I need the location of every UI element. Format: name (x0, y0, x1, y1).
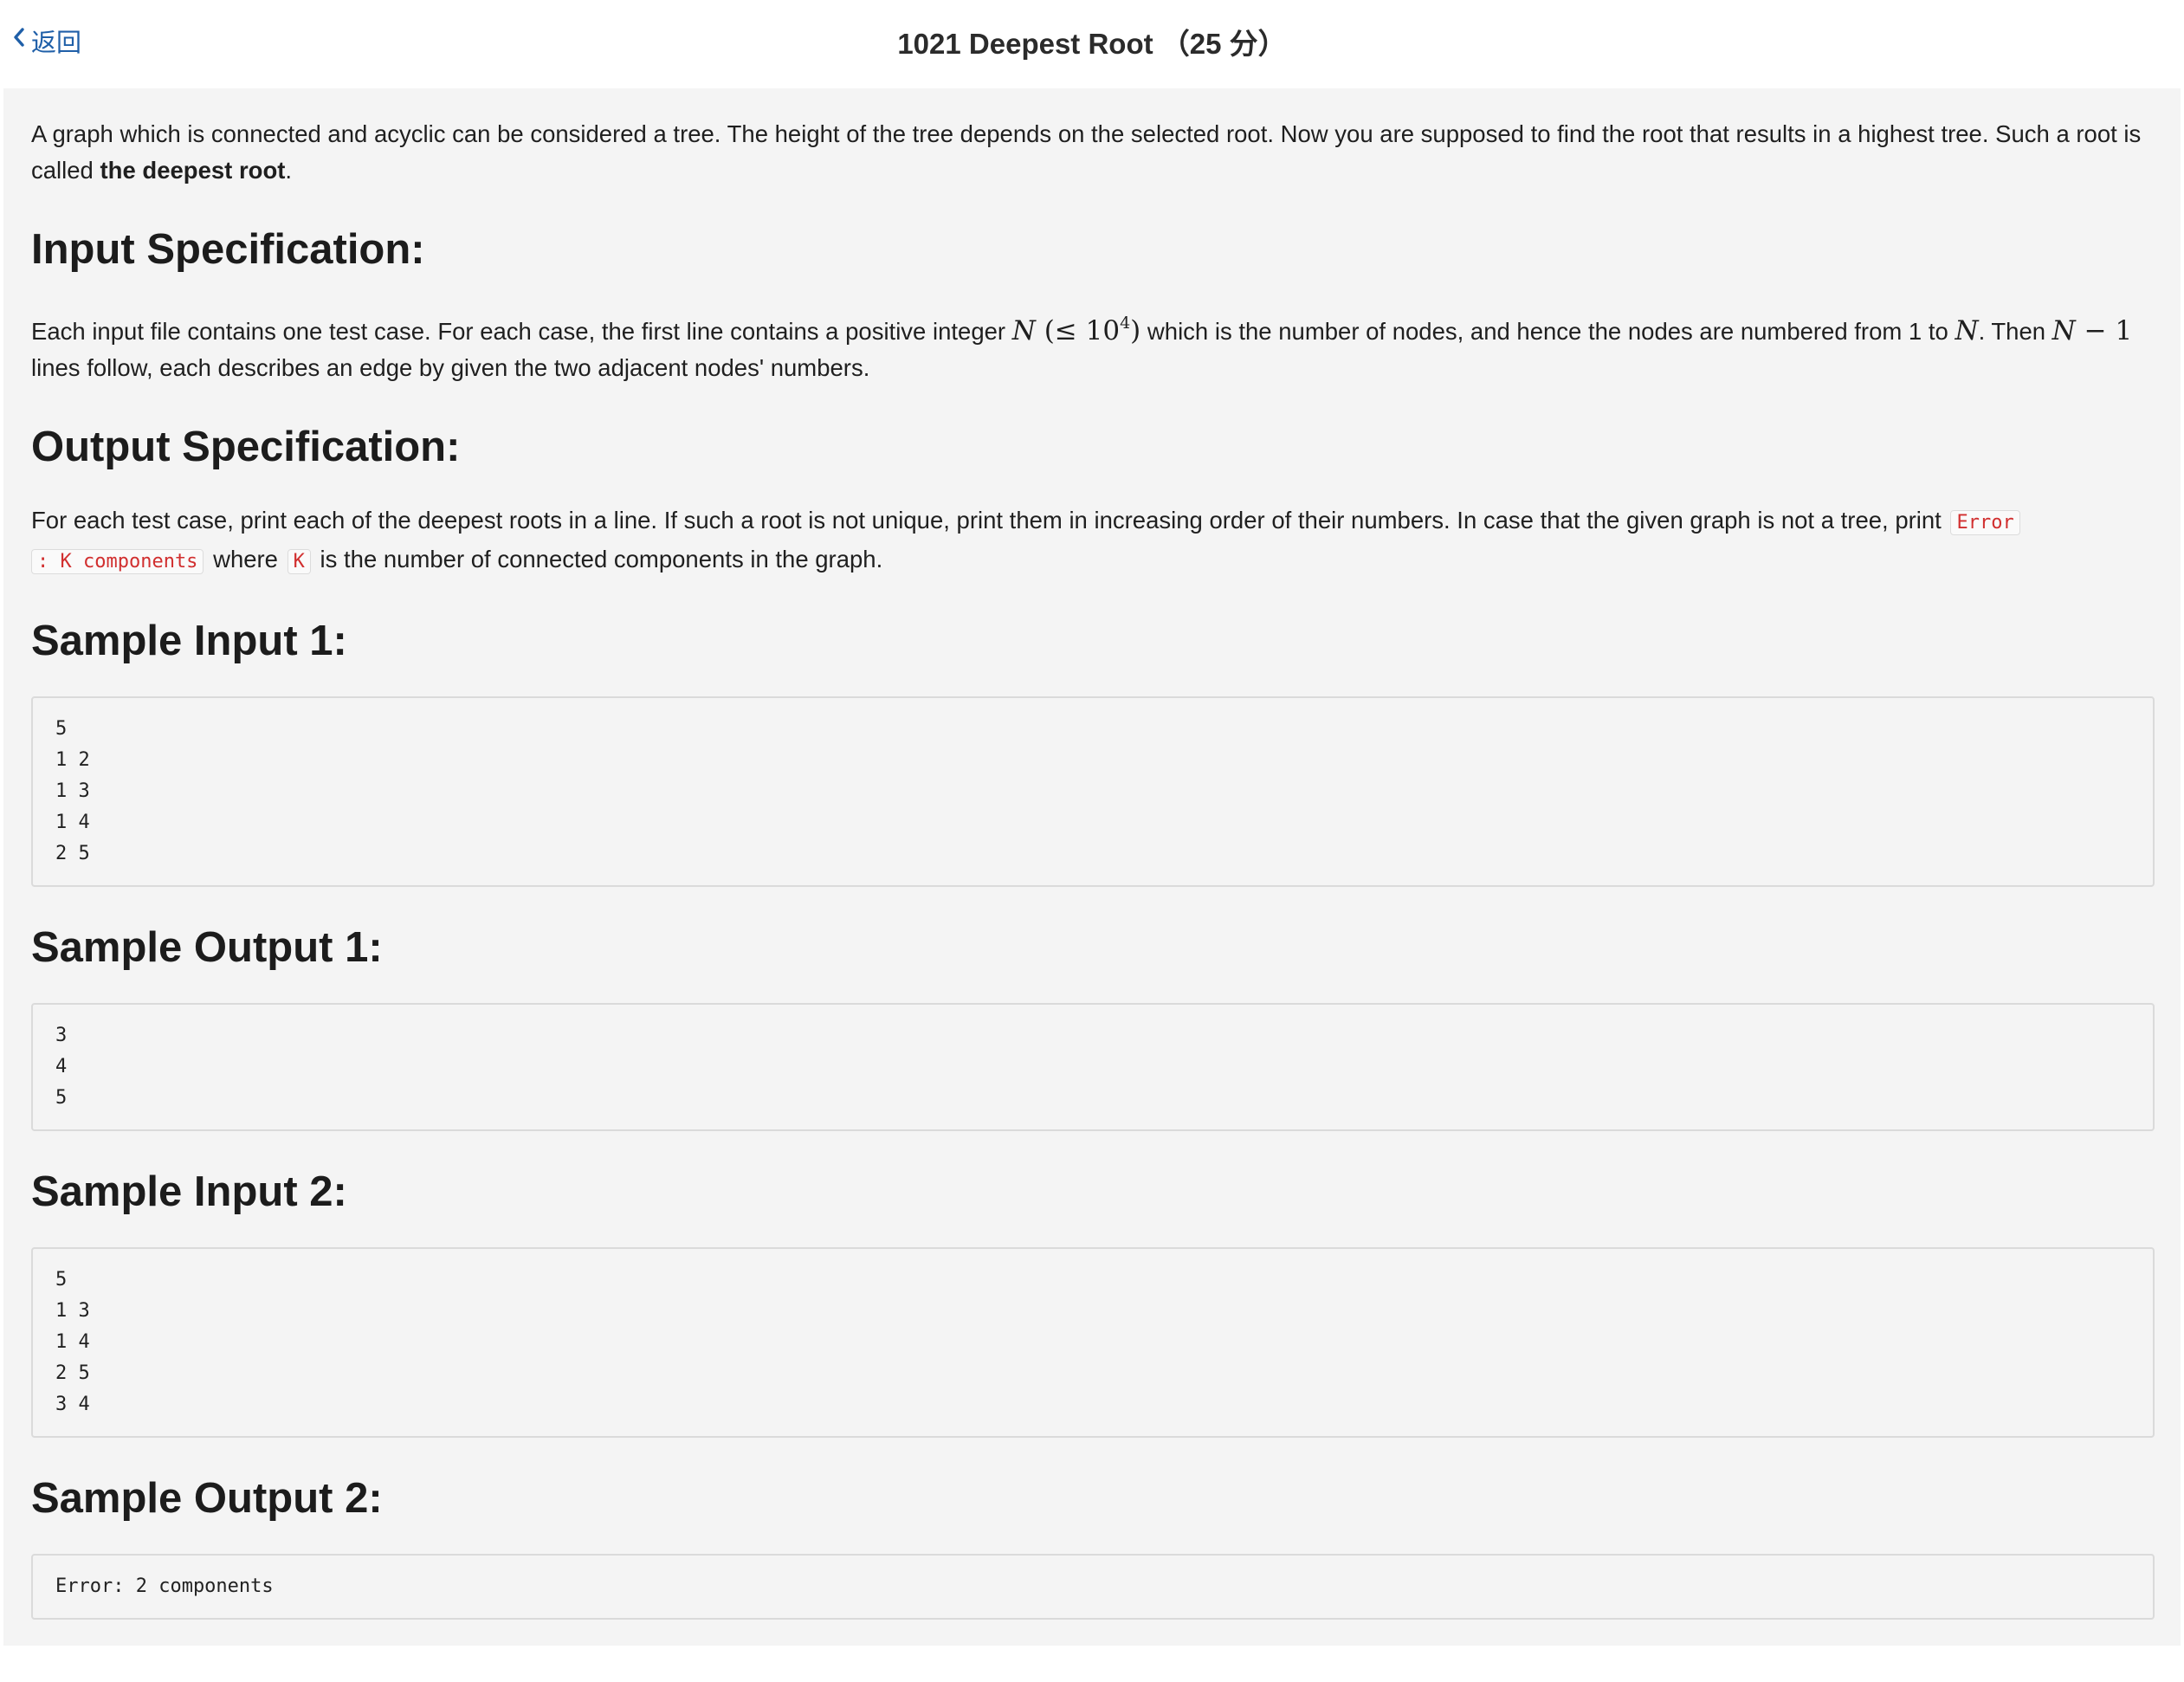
sample-output-1-block: 3 4 5 (31, 1003, 2155, 1131)
inline-code-error-a: Error (1950, 510, 2020, 535)
sample-output-1-heading: Sample Output 1: (31, 924, 383, 971)
output-text-1: For each test case, print each of the de… (31, 507, 1948, 534)
math-n: N (1955, 315, 1978, 346)
math-var-n: N (1955, 315, 1979, 346)
sample-output-2-heading: Sample Output 2: (31, 1475, 383, 1522)
math-var-n: N (1011, 315, 1036, 346)
input-text-3: . Then (1978, 318, 2052, 345)
sample-input-2-heading: Sample Input 2: (31, 1168, 347, 1215)
sample-input-2-block: 5 1 3 1 4 2 5 3 4 (31, 1247, 2155, 1438)
problem-description: A graph which is connected and acyclic c… (31, 116, 2153, 189)
sample-input-1-heading: Sample Input 1: (31, 618, 347, 664)
input-spec-heading: Input Specification: (31, 226, 425, 273)
input-text-2: which is the number of nodes, and hence … (1140, 318, 1955, 345)
math-le: (≤ 10 (1044, 315, 1121, 346)
inline-code-error-b: : K components (31, 549, 204, 574)
input-text-4: lines follow, each describes an edge by … (31, 354, 870, 381)
sample-output-2-block: Error: 2 components (31, 1554, 2155, 1620)
output-text-3: is the number of connected components in… (313, 546, 883, 573)
intro-end: . (285, 157, 293, 184)
math-var-n: N (2052, 315, 2076, 346)
intro-bold: the deepest root (100, 157, 286, 184)
math-minus: − 1 (2075, 315, 2133, 346)
page-title: 1021 Deepest Root （25 分） (897, 28, 1287, 60)
problem-content: A graph which is connected and acyclic c… (3, 88, 2181, 1646)
input-text-1: Each input file contains one test case. … (31, 318, 1012, 345)
math-close: ) (1130, 315, 1141, 346)
sample-input-1-block: 5 1 2 1 3 1 4 2 5 (31, 696, 2155, 887)
intro-text: A graph which is connected and acyclic c… (31, 120, 2142, 184)
math-n-minus-1: N − 1 (2052, 315, 2133, 346)
output-spec-heading: Output Specification: (31, 424, 461, 470)
math-exponent: 4 (1120, 314, 1131, 333)
output-spec-text: For each test case, print each of the de… (31, 502, 2153, 580)
math-n-bound: N (≤ 104) (1011, 314, 1141, 346)
output-text-2: where (206, 546, 285, 573)
inline-code-k: K (287, 549, 311, 574)
page-header: 返回 1021 Deepest Root （25 分） (0, 0, 2184, 87)
input-spec-text: Each input file contains one test case. … (31, 305, 2153, 386)
